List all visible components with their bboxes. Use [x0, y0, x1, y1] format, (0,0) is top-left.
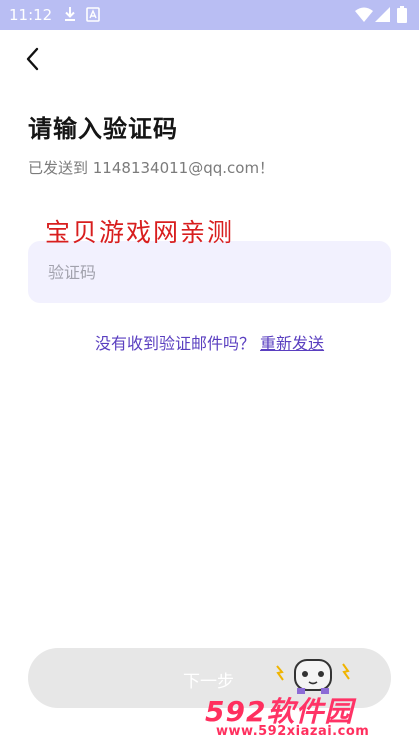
page-title: 请输入验证码	[28, 115, 178, 143]
status-bar: 11:12	[0, 0, 419, 30]
wifi-icon	[355, 7, 373, 26]
resend-prompt: 没有收到验证邮件吗？ 重新发送	[0, 330, 419, 354]
resend-link[interactable]: 重新发送	[260, 334, 324, 353]
next-step-label: 下一步	[183, 672, 234, 692]
watermark-text: 宝贝游戏网亲测	[45, 218, 235, 247]
site-logo-watermark: 592软件园 www.592xiazai.com	[0, 690, 419, 744]
sent-to-email-text: 已发送到 1148134011@qq.com！	[28, 159, 275, 177]
site-logo-url: www.592xiazai.com	[216, 724, 370, 739]
download-icon	[62, 5, 78, 27]
resend-question: 没有收到验证邮件吗？	[94, 334, 255, 353]
verification-code-input[interactable]	[28, 241, 391, 303]
back-button[interactable]	[20, 44, 48, 74]
notification-a-icon	[86, 7, 100, 26]
status-time: 11:12	[9, 6, 53, 24]
signal-icon	[375, 7, 390, 26]
chevron-left-icon	[20, 47, 48, 78]
battery-icon	[397, 6, 407, 27]
